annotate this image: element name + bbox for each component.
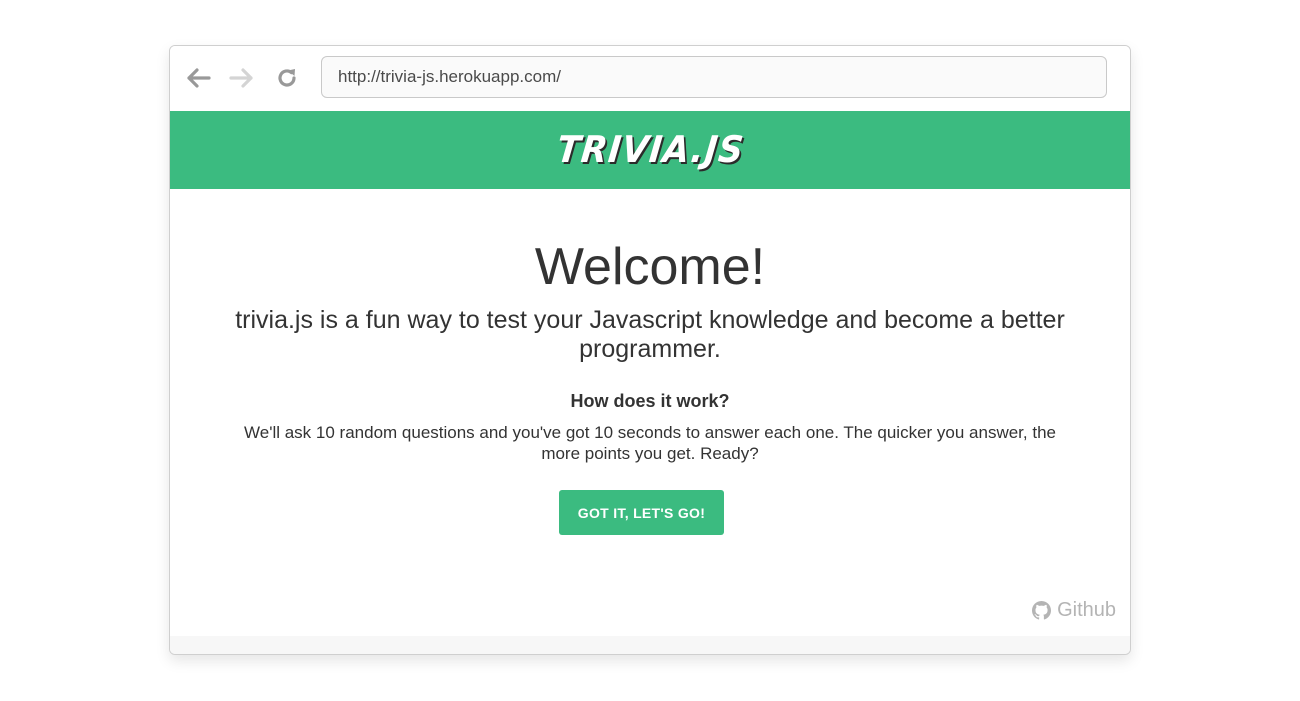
page-title: Welcome!: [534, 238, 766, 296]
arrow-right-icon: [229, 68, 253, 88]
reload-icon: [278, 69, 296, 87]
how-it-works-heading: How does it work?: [570, 391, 730, 411]
arrow-left-icon: [187, 68, 211, 88]
intro-text: trivia.js is a fun way to test your Java…: [235, 306, 1065, 363]
url-bar[interactable]: [321, 56, 1107, 98]
start-button[interactable]: GOT IT, LET'S GO!: [559, 490, 724, 535]
app-header: TRIVIA.JS: [170, 111, 1130, 189]
logo: TRIVIA.JS: [554, 128, 746, 172]
back-button[interactable]: [186, 65, 212, 91]
forward-button[interactable]: [228, 65, 254, 91]
github-icon: [1032, 601, 1052, 620]
browser-toolbar: [170, 46, 1130, 112]
github-label: Github: [1057, 599, 1116, 621]
how-it-works-text: We'll ask 10 random questions and you've…: [244, 423, 1056, 463]
main-content: Welcome! trivia.js is a fun way to test …: [170, 189, 1130, 636]
footer-strip: [170, 636, 1130, 654]
reload-button[interactable]: [274, 65, 300, 91]
browser-window: TRIVIA.JS Welcome! trivia.js is a fun wa…: [169, 45, 1131, 655]
github-link[interactable]: Github: [1032, 599, 1116, 622]
